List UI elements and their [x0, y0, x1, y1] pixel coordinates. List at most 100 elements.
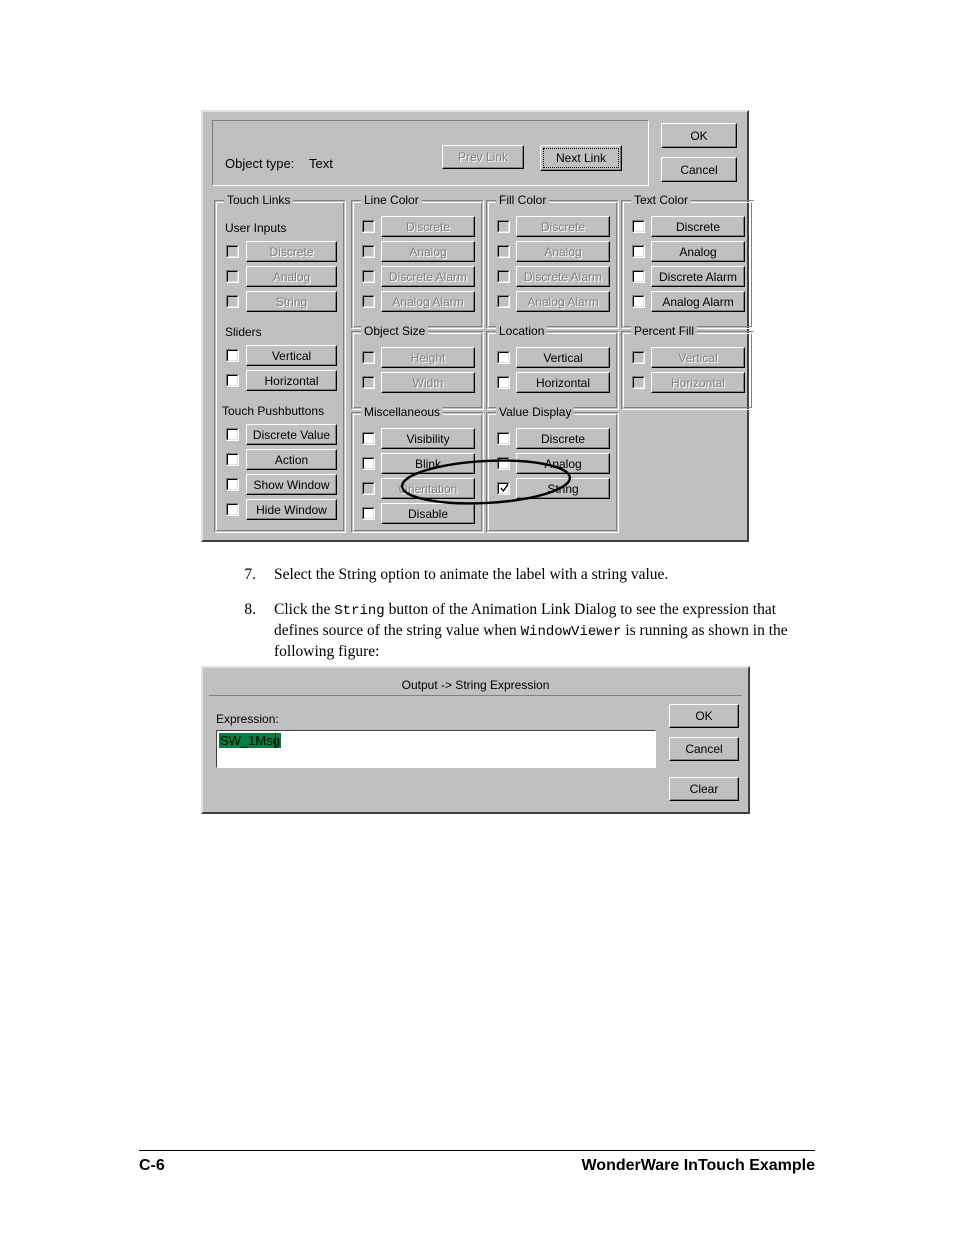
next-link-label: Next Link [555, 151, 607, 165]
label-fill-color-discrete-alarm: Discrete Alarm [523, 269, 603, 284]
checkbox-value-display-analog[interactable] [497, 457, 510, 470]
button-object-size-height[interactable]: Height [381, 347, 475, 368]
expression-clear-button[interactable]: Clear [669, 777, 739, 801]
expression-value: SW_1Msg [219, 733, 281, 748]
button-slider-vertical[interactable]: Vertical [246, 345, 337, 366]
checkbox-line-color-discrete[interactable] [362, 220, 375, 233]
button-value-display-analog[interactable]: Analog [516, 453, 610, 474]
checkbox-text-color-discrete[interactable] [632, 220, 645, 233]
label-object-size-width: Width [412, 375, 444, 390]
step-8-number: 8. [244, 601, 256, 618]
next-link-button[interactable]: Next Link [540, 145, 622, 171]
button-text-color-analog-alarm[interactable]: Analog Alarm [651, 291, 745, 312]
button-line-color-discrete[interactable]: Discrete [381, 216, 475, 237]
checkbox-value-display-discrete[interactable] [497, 432, 510, 445]
expression-label-text: Expression: [216, 712, 279, 726]
checkbox-fill-color-analog[interactable] [497, 245, 510, 258]
label-text-color-discrete: Discrete [675, 219, 720, 234]
checkbox-fill-color-discrete-alarm[interactable] [497, 270, 510, 283]
checkbox-location-vertical[interactable] [497, 351, 510, 364]
button-misc-disable[interactable]: Disable [381, 503, 475, 524]
button-object-size-width[interactable]: Width [381, 372, 475, 393]
step-8-text-1: Click the [274, 601, 335, 618]
label-text-color-analog-alarm: Analog Alarm [662, 294, 734, 309]
button-fill-color-discrete[interactable]: Discrete [516, 216, 610, 237]
checkbox-percent-fill-vertical[interactable] [632, 351, 645, 364]
checkbox-misc-disable[interactable] [362, 507, 375, 520]
checkbox-user-input-string[interactable] [226, 295, 239, 308]
button-pushbutton-discrete-value[interactable]: Discrete Value [246, 424, 337, 445]
checkbox-pushbutton-action[interactable] [226, 453, 239, 466]
button-pushbutton-show-window[interactable]: Show Window [246, 474, 337, 495]
checkbox-pushbutton-hide-window[interactable] [226, 503, 239, 516]
checkbox-text-color-analog-alarm[interactable] [632, 295, 645, 308]
checkbox-object-size-width[interactable] [362, 376, 375, 389]
checkbox-line-color-analog-alarm[interactable] [362, 295, 375, 308]
button-pushbutton-action[interactable]: Action [246, 449, 337, 470]
prev-link-button[interactable]: Prev Link [442, 145, 524, 169]
checkbox-slider-vertical[interactable] [226, 349, 239, 362]
button-text-color-analog[interactable]: Analog [651, 241, 745, 262]
button-percent-fill-vertical[interactable]: Vertical [651, 347, 745, 368]
cancel-button[interactable]: Cancel [661, 157, 737, 182]
checkbox-misc-visibility[interactable] [362, 432, 375, 445]
checkbox-pushbutton-discrete-value[interactable] [226, 428, 239, 441]
button-text-color-discrete-alarm[interactable]: Discrete Alarm [651, 266, 745, 287]
button-user-input-analog[interactable]: Analog [246, 266, 337, 287]
expression-cancel-button[interactable]: Cancel [669, 737, 739, 761]
button-misc-visibility[interactable]: Visibility [381, 428, 475, 449]
button-misc-blink[interactable]: Blink [381, 453, 475, 474]
step-8-body: Click the String button of the Animation… [274, 600, 822, 662]
checkbox-misc-orientation[interactable] [362, 482, 375, 495]
button-user-input-string[interactable]: String [246, 291, 337, 312]
checkbox-fill-color-analog-alarm[interactable] [497, 295, 510, 308]
string-expression-title: Output -> String Expression [209, 674, 742, 696]
expression-input[interactable]: SW_1Msg [216, 730, 656, 768]
button-value-display-discrete[interactable]: Discrete [516, 428, 610, 449]
checkbox-line-color-analog[interactable] [362, 245, 375, 258]
button-fill-color-analog[interactable]: Analog [516, 241, 610, 262]
checkbox-object-size-height[interactable] [362, 351, 375, 364]
button-line-color-analog-alarm[interactable]: Analog Alarm [381, 291, 475, 312]
expression-cancel-label: Cancel [685, 742, 723, 756]
checkbox-user-input-analog[interactable] [226, 270, 239, 283]
object-type-label: Object type: [225, 156, 295, 171]
button-value-display-string[interactable]: String [516, 478, 610, 499]
label-text-color-discrete-alarm: Discrete Alarm [658, 269, 738, 284]
button-line-color-analog[interactable]: Analog [381, 241, 475, 262]
object-type-value: Text [309, 156, 333, 171]
checkbox-text-color-analog[interactable] [632, 245, 645, 258]
button-slider-horizontal[interactable]: Horizontal [246, 370, 337, 391]
label-fill-color-analog: Analog [544, 244, 582, 259]
button-user-input-discrete[interactable]: Discrete [246, 241, 337, 262]
label-misc-disable: Disable [407, 506, 449, 521]
label-pushbutton-hide-window: Hide Window [256, 502, 327, 517]
label-user-input-analog: Analog [272, 269, 311, 284]
button-percent-fill-horizontal[interactable]: Horizontal [651, 372, 745, 393]
button-misc-orientation[interactable]: Orientation [381, 478, 475, 499]
checkbox-location-horizontal[interactable] [497, 376, 510, 389]
checkbox-percent-fill-horizontal[interactable] [632, 376, 645, 389]
button-fill-color-analog-alarm[interactable]: Analog Alarm [516, 291, 610, 312]
ok-button[interactable]: OK [661, 123, 737, 148]
checkbox-text-color-discrete-alarm[interactable] [632, 270, 645, 283]
animation-link-dialog: Object type: Text Prev Link Next Link OK… [201, 110, 754, 542]
expression-ok-button[interactable]: OK [669, 704, 739, 728]
button-line-color-discrete-alarm[interactable]: Discrete Alarm [381, 266, 475, 287]
ok-label: OK [690, 128, 708, 143]
checkbox-misc-blink[interactable] [362, 457, 375, 470]
expression-clear-label: Clear [689, 782, 719, 796]
checkbox-user-input-discrete[interactable] [226, 245, 239, 258]
label-misc-orientation: Orientation [398, 481, 458, 496]
label-percent-fill-vertical: Vertical [678, 350, 718, 365]
checkbox-value-display-string[interactable] [497, 482, 510, 495]
checkbox-fill-color-discrete[interactable] [497, 220, 510, 233]
checkbox-slider-horizontal[interactable] [226, 374, 239, 387]
button-location-vertical[interactable]: Vertical [516, 347, 610, 368]
button-fill-color-discrete-alarm[interactable]: Discrete Alarm [516, 266, 610, 287]
checkbox-pushbutton-show-window[interactable] [226, 478, 239, 491]
button-pushbutton-hide-window[interactable]: Hide Window [246, 499, 337, 520]
checkbox-line-color-discrete-alarm[interactable] [362, 270, 375, 283]
button-location-horizontal[interactable]: Horizontal [516, 372, 610, 393]
button-text-color-discrete[interactable]: Discrete [651, 216, 745, 237]
